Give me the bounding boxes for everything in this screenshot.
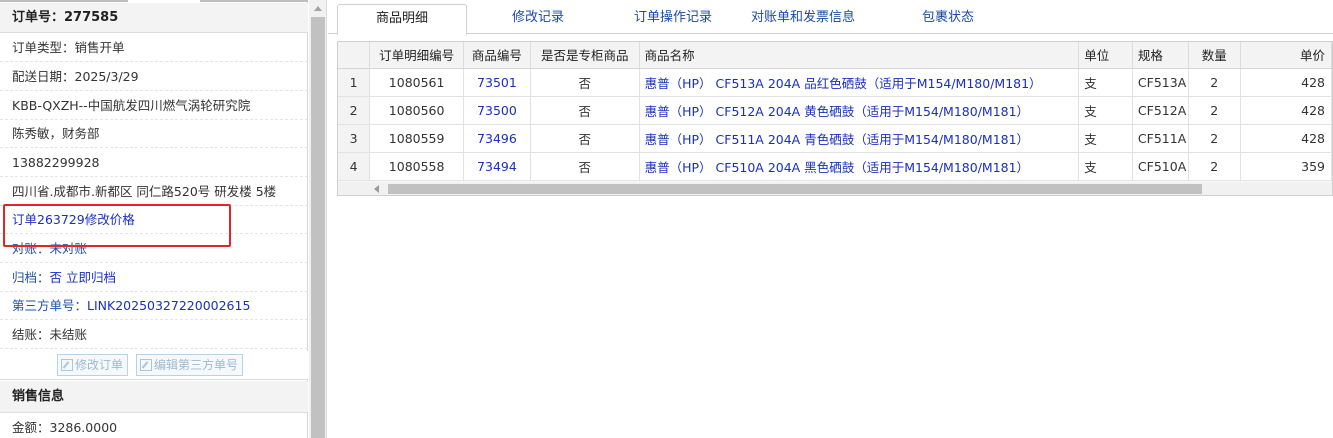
edit-icon xyxy=(140,359,152,371)
third-party-label: 第三方单号： xyxy=(12,298,88,313)
row-number: 4 xyxy=(338,152,371,181)
detail-id: 1080560 xyxy=(369,96,465,125)
unit-price: 359 xyxy=(1240,152,1332,181)
archive-row: 归档：否 立即归档 xyxy=(0,264,308,292)
order-actions: 修改订单 编辑第三方单号 xyxy=(0,351,308,380)
order-info-panel: 订单号：277585 订单类型：销售开单 配送日期：2025/3/29 KBB-… xyxy=(0,0,308,438)
detail-id: 1080558 xyxy=(369,152,465,181)
quantity: 2 xyxy=(1188,152,1241,181)
third-party-number[interactable]: LINK20250327220002615 xyxy=(87,298,250,313)
spec: CF510A xyxy=(1132,152,1189,181)
product-name-link[interactable]: 惠普（HP） CF512A 204A 黄色硒鼓（适用于M154/M180/M18… xyxy=(639,96,1080,125)
product-id-link[interactable]: 73500 xyxy=(463,96,531,125)
horizontal-scrollbar-thumb[interactable] xyxy=(388,184,1202,194)
product-id-link[interactable]: 73501 xyxy=(463,68,531,97)
product-name-link[interactable]: 惠普（HP） CF510A 204A 黑色硒鼓（适用于M154/M180/M18… xyxy=(639,152,1080,181)
tab-package-status[interactable]: 包裹状态 xyxy=(908,4,988,34)
scrollbar-thumb[interactable] xyxy=(311,17,325,438)
col-product-name[interactable]: 商品名称 xyxy=(639,42,1080,69)
third-party-row: 第三方单号：LINK20250327220002615 xyxy=(0,292,308,320)
unit-price: 428 xyxy=(1240,68,1332,97)
unit-price: 428 xyxy=(1240,96,1332,125)
order-type: 订单类型：销售开单 xyxy=(0,34,308,62)
edit-icon xyxy=(61,359,73,371)
counter-item: 否 xyxy=(530,124,640,153)
spec: CF512A xyxy=(1132,96,1189,125)
table-row[interactable]: 4 1080558 73494 否 惠普（HP） CF510A 204A 黑色硒… xyxy=(338,152,1332,181)
col-counter-item[interactable]: 是否是专柜商品 xyxy=(530,42,640,69)
sales-amount: 金额：3286.0000 xyxy=(12,420,118,435)
product-grid: 订单明细编号 商品编号 是否是专柜商品 商品名称 单位 规格 数量 单价 1 1… xyxy=(337,41,1333,196)
archive-link[interactable]: 否 立即归档 xyxy=(50,270,116,285)
col-quantity[interactable]: 数量 xyxy=(1188,42,1241,69)
edit-third-party-label: 编辑第三方单号 xyxy=(154,358,239,372)
product-id-link[interactable]: 73494 xyxy=(463,152,531,181)
unit: 支 xyxy=(1078,96,1133,125)
quantity: 2 xyxy=(1188,68,1241,97)
spec: CF513A xyxy=(1132,68,1189,97)
tab-statement-invoice[interactable]: 对账单和发票信息 xyxy=(738,4,868,34)
highlight-box xyxy=(3,204,231,247)
delivery-date: 配送日期：2025/3/29 xyxy=(0,63,308,91)
row-number: 3 xyxy=(338,124,371,153)
col-product-id[interactable]: 商品编号 xyxy=(463,42,531,69)
quantity: 2 xyxy=(1188,124,1241,153)
edit-third-party-button[interactable]: 编辑第三方单号 xyxy=(136,354,244,376)
spec: CF511A xyxy=(1132,124,1189,153)
product-name-link[interactable]: 惠普（HP） CF513A 204A 品红色硒鼓（适用于M154/M180/M1… xyxy=(639,68,1080,97)
col-rownum xyxy=(338,42,371,69)
detail-id: 1080561 xyxy=(369,68,465,97)
delivery-address: 四川省.成都市.新都区 同仁路520号 研发楼 5楼 xyxy=(0,178,308,206)
counter-item: 否 xyxy=(530,68,640,97)
scroll-left-icon[interactable] xyxy=(374,185,379,193)
horizontal-scrollbar[interactable] xyxy=(338,182,1332,195)
product-name-link[interactable]: 惠普（HP） CF511A 204A 青色硒鼓（适用于M154/M180/M18… xyxy=(639,124,1080,153)
contact-phone: 13882299928 xyxy=(0,149,308,177)
unit: 支 xyxy=(1078,124,1133,153)
unit: 支 xyxy=(1078,152,1133,181)
table-header: 订单明细编号 商品编号 是否是专柜商品 商品名称 单位 规格 数量 单价 xyxy=(338,42,1332,69)
col-unit-price[interactable]: 单价 xyxy=(1240,42,1332,69)
counter-item: 否 xyxy=(530,152,640,181)
tab-product-details[interactable]: 商品明细 xyxy=(337,4,467,35)
edit-order-button[interactable]: 修改订单 xyxy=(57,354,129,376)
unit-price: 428 xyxy=(1240,124,1332,153)
tab-bar: 商品明细 修改记录 订单操作记录 对账单和发票信息 包裹状态 xyxy=(328,0,1333,35)
detail-area: 商品明细 修改记录 订单操作记录 对账单和发票信息 包裹状态 订单明细编号 商品… xyxy=(328,0,1333,438)
product-table: 订单明细编号 商品编号 是否是专柜商品 商品名称 单位 规格 数量 单价 1 1… xyxy=(338,42,1332,181)
archive-label: 归档： xyxy=(12,270,50,285)
row-number: 1 xyxy=(338,68,371,97)
table-row[interactable]: 3 1080559 73496 否 惠普（HP） CF511A 204A 青色硒… xyxy=(338,124,1332,153)
settlement-status: 结账：未结账 xyxy=(0,321,308,349)
order-number-heading: 订单号：277585 xyxy=(0,3,308,33)
table-row[interactable]: 2 1080560 73500 否 惠普（HP） CF512A 204A 黄色硒… xyxy=(338,96,1332,125)
tab-order-operations[interactable]: 订单操作记录 xyxy=(618,4,728,34)
contact-person: 陈秀敏，财务部 xyxy=(0,120,308,148)
left-panel-scrollbar[interactable] xyxy=(309,0,327,438)
col-unit[interactable]: 单位 xyxy=(1078,42,1133,69)
row-number: 2 xyxy=(338,96,371,125)
tab-change-log[interactable]: 修改记录 xyxy=(478,4,598,34)
table-row[interactable]: 1 1080561 73501 否 惠普（HP） CF513A 204A 品红色… xyxy=(338,68,1332,97)
scroll-up-icon[interactable] xyxy=(309,0,327,16)
product-id-link[interactable]: 73496 xyxy=(463,124,531,153)
customer-name: KBB-QXZH--中国航发四川燃气涡轮研究院 xyxy=(0,92,308,120)
unit: 支 xyxy=(1078,68,1133,97)
sales-info-heading: 销售信息 xyxy=(0,381,308,413)
col-spec[interactable]: 规格 xyxy=(1132,42,1189,69)
quantity: 2 xyxy=(1188,96,1241,125)
col-detail-id[interactable]: 订单明细编号 xyxy=(369,42,465,69)
counter-item: 否 xyxy=(530,96,640,125)
detail-id: 1080559 xyxy=(369,124,465,153)
edit-order-label: 修改订单 xyxy=(75,358,124,372)
